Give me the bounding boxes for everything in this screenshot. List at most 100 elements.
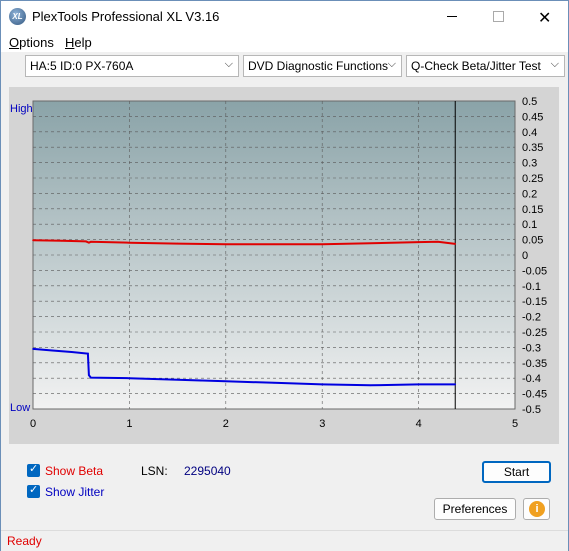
y-tick-label: 0.45	[522, 111, 543, 123]
chevron-down-icon: ⌵	[550, 58, 559, 70]
status-text: Ready	[7, 534, 42, 548]
series-point-jitter	[51, 349, 54, 352]
y-tick-label: -0.1	[522, 281, 541, 293]
series-point-jitter	[176, 378, 179, 381]
y-tick-label: -0.05	[522, 265, 547, 277]
series-point-beta	[85, 240, 87, 243]
app-window: XL PlexTools Professional XL V3.16 ✕ Opt…	[0, 0, 569, 551]
show-beta-label[interactable]: Show Beta	[45, 464, 103, 478]
app-logo-icon: XL	[9, 8, 26, 25]
series-point-beta	[225, 243, 227, 246]
maximize-button[interactable]	[475, 1, 521, 32]
preferences-button[interactable]: Preferences	[434, 498, 516, 520]
series-point-jitter	[321, 383, 324, 386]
menu-help-mnemonic: H	[65, 35, 75, 50]
menu-help-rest: elp	[74, 35, 92, 50]
series-point-beta	[128, 241, 131, 244]
x-tick-label: 4	[416, 418, 422, 430]
y-tick-label: -0.5	[522, 404, 541, 416]
y-tick-label: -0.45	[522, 389, 547, 401]
x-tick-label: 1	[126, 418, 132, 430]
y-tick-label: -0.3	[522, 342, 541, 354]
x-tick-label: 5	[512, 418, 518, 430]
show-beta-text: Show Beta	[45, 464, 104, 478]
menu-help[interactable]: Help	[65, 35, 92, 50]
y-tick-label: -0.15	[522, 296, 547, 308]
show-beta-checkbox[interactable]: ✓	[27, 463, 40, 477]
minimize-button[interactable]	[429, 1, 475, 32]
y-tick-label: 0.05	[522, 235, 543, 247]
start-button[interactable]: Start	[482, 461, 551, 483]
series-point-jitter	[88, 374, 90, 376]
function-select-value: DVD Diagnostic Functions	[248, 59, 389, 73]
y-tick-label: 0.1	[522, 219, 537, 231]
checkmark-icon: ✓	[29, 484, 39, 496]
info-button[interactable]: i	[523, 498, 550, 520]
y-tick-label: 0.4	[522, 127, 537, 139]
series-point-jitter	[273, 382, 275, 384]
series-point-jitter	[369, 384, 372, 387]
series-point-jitter	[225, 380, 227, 383]
drive-select[interactable]: HA:5 ID:0 PX-760A ⌵	[25, 55, 239, 77]
series-point-beta	[61, 240, 63, 242]
lsn-label: LSN:	[141, 464, 168, 478]
y-tick-label: -0.2	[522, 312, 541, 324]
x-tick-label: 2	[223, 418, 229, 430]
y-high-label: High	[10, 103, 33, 115]
menu-bar: Options Help	[1, 32, 568, 52]
y-tick-label: 0.3	[522, 158, 537, 170]
toolbar: HA:5 ID:0 PX-760A ⌵ DVD Diagnostic Funct…	[1, 52, 568, 81]
graph-panel: 0.5 0.45 0.4 0.35 0.3 0.25 0.2 0.15 0.1 0.05 0 -0.0…	[9, 87, 559, 444]
checkmark-icon: ✓	[29, 463, 39, 475]
series-point-jitter	[87, 352, 89, 355]
close-icon: ✕	[538, 8, 552, 27]
status-bar: Ready	[1, 530, 568, 551]
y-low-label: Low	[10, 402, 30, 414]
y-tick-label: 0	[522, 250, 528, 262]
y-tick-label: -0.25	[522, 327, 547, 339]
series-point-jitter	[70, 351, 73, 353]
show-jitter-label[interactable]: Show Jitter	[45, 485, 104, 499]
beta-jitter-chart: 0.5 0.45 0.4 0.35 0.3 0.25 0.2 0.15 0.1 0.05 0 -0.0…	[10, 96, 547, 430]
title-bar[interactable]: XL PlexTools Professional XL V3.16 ✕	[1, 1, 568, 32]
menu-options-mnemonic: O	[9, 35, 20, 50]
series-point-jitter	[90, 376, 92, 379]
controls-panel: ✓ Show Beta ✓ Show Jitter LSN: 2295040 S…	[9, 454, 559, 524]
lsn-value: 2295040	[184, 464, 231, 478]
series-point-jitter	[32, 348, 34, 350]
series-point-beta	[88, 241, 90, 244]
y-tick-label: 0.25	[522, 173, 543, 185]
test-select-value: Q-Check Beta/Jitter Test	[411, 59, 541, 73]
y-tick-label: -0.4	[522, 373, 541, 385]
y-tick-label: 0.2	[522, 188, 537, 200]
minimize-icon	[447, 16, 457, 17]
maximize-icon	[493, 11, 504, 22]
series-point-beta	[273, 243, 275, 246]
chevron-down-icon: ⌵	[224, 58, 233, 70]
window-title: PlexTools Professional XL V3.16	[32, 9, 220, 24]
series-point-jitter	[417, 383, 420, 386]
close-button[interactable]: ✕	[521, 1, 567, 32]
series-point-jitter	[128, 377, 131, 380]
show-jitter-checkbox[interactable]: ✓	[27, 484, 40, 498]
y-tick-label: 0.35	[522, 142, 543, 154]
series-point-beta	[417, 241, 420, 243]
chevron-down-icon: ⌵	[387, 58, 396, 70]
series-point-beta	[321, 243, 324, 246]
function-select[interactable]: DVD Diagnostic Functions ⌵	[243, 55, 402, 77]
series-point-jitter	[454, 383, 457, 386]
menu-options[interactable]: Options	[9, 35, 54, 50]
series-point-beta	[176, 242, 179, 245]
series-point-beta	[32, 239, 34, 242]
series-point-beta	[454, 243, 457, 245]
x-tick-label: 0	[30, 418, 36, 430]
show-jitter-text: Show Jitter	[45, 485, 105, 499]
test-select[interactable]: Q-Check Beta/Jitter Test ⌵	[406, 55, 565, 77]
info-icon: i	[529, 501, 545, 517]
series-point-beta	[90, 240, 92, 243]
menu-options-rest: ptions	[19, 35, 54, 50]
x-tick-label: 3	[319, 418, 325, 430]
series-point-beta	[369, 242, 372, 245]
y-tick-label: 0.15	[522, 204, 543, 216]
drive-select-value: HA:5 ID:0 PX-760A	[30, 59, 134, 73]
